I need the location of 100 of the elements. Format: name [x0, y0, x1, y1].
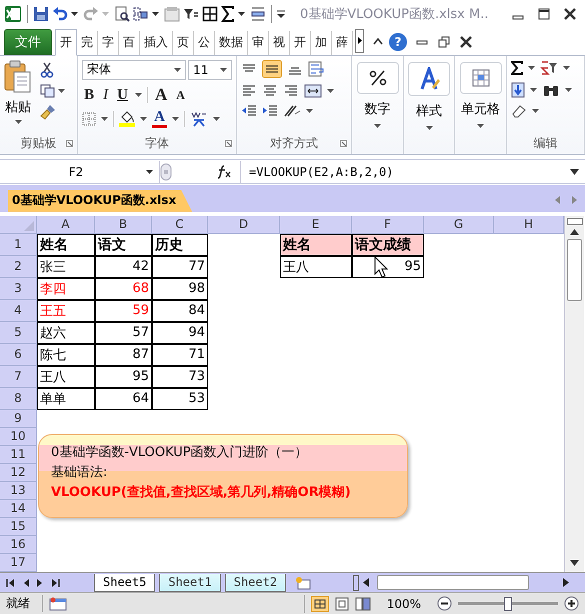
splitter-handle-icon[interactable]: [160, 162, 172, 181]
caret-icon[interactable]: [71, 12, 78, 16]
split-handle[interactable]: [566, 218, 582, 225]
percent-icon[interactable]: [356, 62, 399, 94]
ribbon-tab[interactable]: 文件: [4, 28, 52, 55]
row-header[interactable]: 4: [0, 300, 37, 322]
sum-icon[interactable]: [510, 60, 523, 75]
caret-icon[interactable]: [212, 116, 220, 121]
italic-button[interactable]: I: [101, 86, 110, 104]
caret-icon[interactable]: [477, 124, 484, 128]
row-header[interactable]: 17: [0, 554, 37, 572]
caret-icon[interactable]: [152, 12, 159, 16]
sort-filter-icon[interactable]: [540, 60, 558, 76]
zoom-out-icon[interactable]: [437, 596, 452, 612]
insert-row-icon[interactable]: [250, 6, 266, 22]
orientation-icon[interactable]: [283, 104, 302, 118]
column-header[interactable]: F: [352, 216, 424, 234]
styles-icon[interactable]: [408, 62, 450, 96]
eraser-icon[interactable]: [510, 104, 527, 118]
align-center-icon[interactable]: [262, 84, 278, 98]
new-sheet-icon[interactable]: [294, 576, 312, 590]
row-header[interactable]: 14: [0, 500, 37, 518]
font-name-field[interactable]: 宋体: [82, 60, 186, 80]
scroll-up-icon[interactable]: [570, 228, 579, 235]
ribbon-tab[interactable]: 开: [55, 28, 77, 56]
paste-icon[interactable]: [4, 60, 32, 94]
column-header[interactable]: D: [208, 216, 280, 234]
expand-icon[interactable]: [570, 168, 579, 175]
caret-icon[interactable]: [101, 116, 108, 121]
first-sheet-icon[interactable]: [6, 578, 15, 587]
decrease-indent-icon[interactable]: [241, 104, 258, 118]
shrink-font-button[interactable]: A: [174, 86, 187, 104]
grow-font-button[interactable]: A: [152, 86, 170, 104]
caret-icon[interactable]: [532, 108, 539, 113]
paste-button[interactable]: 粘贴: [5, 98, 31, 116]
row-header[interactable]: 9: [0, 410, 37, 428]
row-header[interactable]: 11: [0, 446, 37, 464]
scissors-icon[interactable]: [40, 62, 54, 78]
save-icon[interactable]: [33, 6, 49, 22]
row-header[interactable]: 15: [0, 518, 37, 536]
copy-icon[interactable]: [40, 84, 56, 98]
zoom-in-icon[interactable]: [564, 596, 579, 612]
page-break-icon[interactable]: [354, 596, 371, 611]
column-header[interactable]: H: [494, 216, 564, 234]
previous-sheet-icon[interactable]: [23, 578, 29, 587]
zoom-level[interactable]: 100%: [386, 596, 421, 611]
fill-down-icon[interactable]: [510, 82, 525, 98]
caret-icon[interactable]: [374, 124, 382, 128]
row-header[interactable]: 16: [0, 536, 37, 554]
scroll-right-icon[interactable]: [563, 578, 569, 588]
fill-color-icon[interactable]: [119, 110, 136, 128]
caret-icon[interactable]: [14, 120, 22, 124]
number-format-button[interactable]: 数字: [364, 100, 391, 118]
row-header[interactable]: 6: [0, 344, 37, 366]
row-header[interactable]: 5: [0, 322, 37, 344]
maximize-icon[interactable]: [537, 6, 551, 21]
column-header[interactable]: E: [280, 216, 352, 234]
close-icon[interactable]: [459, 34, 473, 49]
sheet-tab[interactable]: Sheet2: [224, 574, 286, 592]
merge-icon[interactable]: [304, 84, 322, 98]
brush-icon[interactable]: [40, 104, 56, 120]
align-right-icon[interactable]: [283, 84, 300, 98]
formula-field[interactable]: =VLOOKUP(E2,A:B,2,0): [241, 164, 570, 179]
caret-icon[interactable]: [140, 116, 148, 121]
row-header[interactable]: 7: [0, 366, 37, 388]
styles-button[interactable]: 样式: [416, 102, 442, 120]
undo-icon[interactable]: [52, 6, 68, 22]
print-preview-icon[interactable]: [114, 6, 130, 22]
cells-icon[interactable]: [460, 62, 502, 94]
row-header[interactable]: 8: [0, 388, 37, 410]
next-sheet-icon[interactable]: [37, 578, 43, 587]
dialog-launcher-icon[interactable]: [340, 140, 348, 147]
sum-icon[interactable]: [221, 6, 235, 22]
phonetic-icon[interactable]: [190, 110, 208, 127]
column-header[interactable]: G: [424, 216, 494, 234]
scroll-down-icon[interactable]: [570, 560, 579, 566]
customize-menu-icon[interactable]: [277, 10, 285, 18]
help-button[interactable]: ?: [389, 32, 407, 51]
caret-icon[interactable]: [146, 170, 153, 174]
caret-icon[interactable]: [172, 116, 179, 121]
caret-icon[interactable]: [564, 88, 572, 92]
tab-scroll-button[interactable]: [355, 28, 364, 53]
underline-button[interactable]: U: [115, 86, 130, 104]
border-icon[interactable]: [82, 112, 96, 126]
row-header[interactable]: 12: [0, 464, 37, 482]
normal-view-icon[interactable]: [310, 596, 329, 612]
caret-icon[interactable]: [306, 108, 314, 113]
caret-icon[interactable]: [174, 68, 182, 72]
caret-icon[interactable]: [530, 88, 537, 92]
align-middle-icon[interactable]: [262, 60, 282, 78]
last-sheet-icon[interactable]: [51, 578, 60, 587]
dialog-launcher-icon[interactable]: [225, 140, 232, 147]
column-header[interactable]: A: [37, 216, 95, 234]
collapse-ribbon-icon[interactable]: [372, 36, 384, 45]
row-header[interactable]: 10: [0, 428, 37, 446]
bold-button[interactable]: B: [82, 86, 96, 104]
dialog-launcher-icon[interactable]: [66, 140, 74, 147]
column-header[interactable]: C: [152, 216, 208, 234]
font-color-button[interactable]: A: [152, 110, 167, 128]
sheet-tab[interactable]: Sheet1: [159, 574, 221, 592]
